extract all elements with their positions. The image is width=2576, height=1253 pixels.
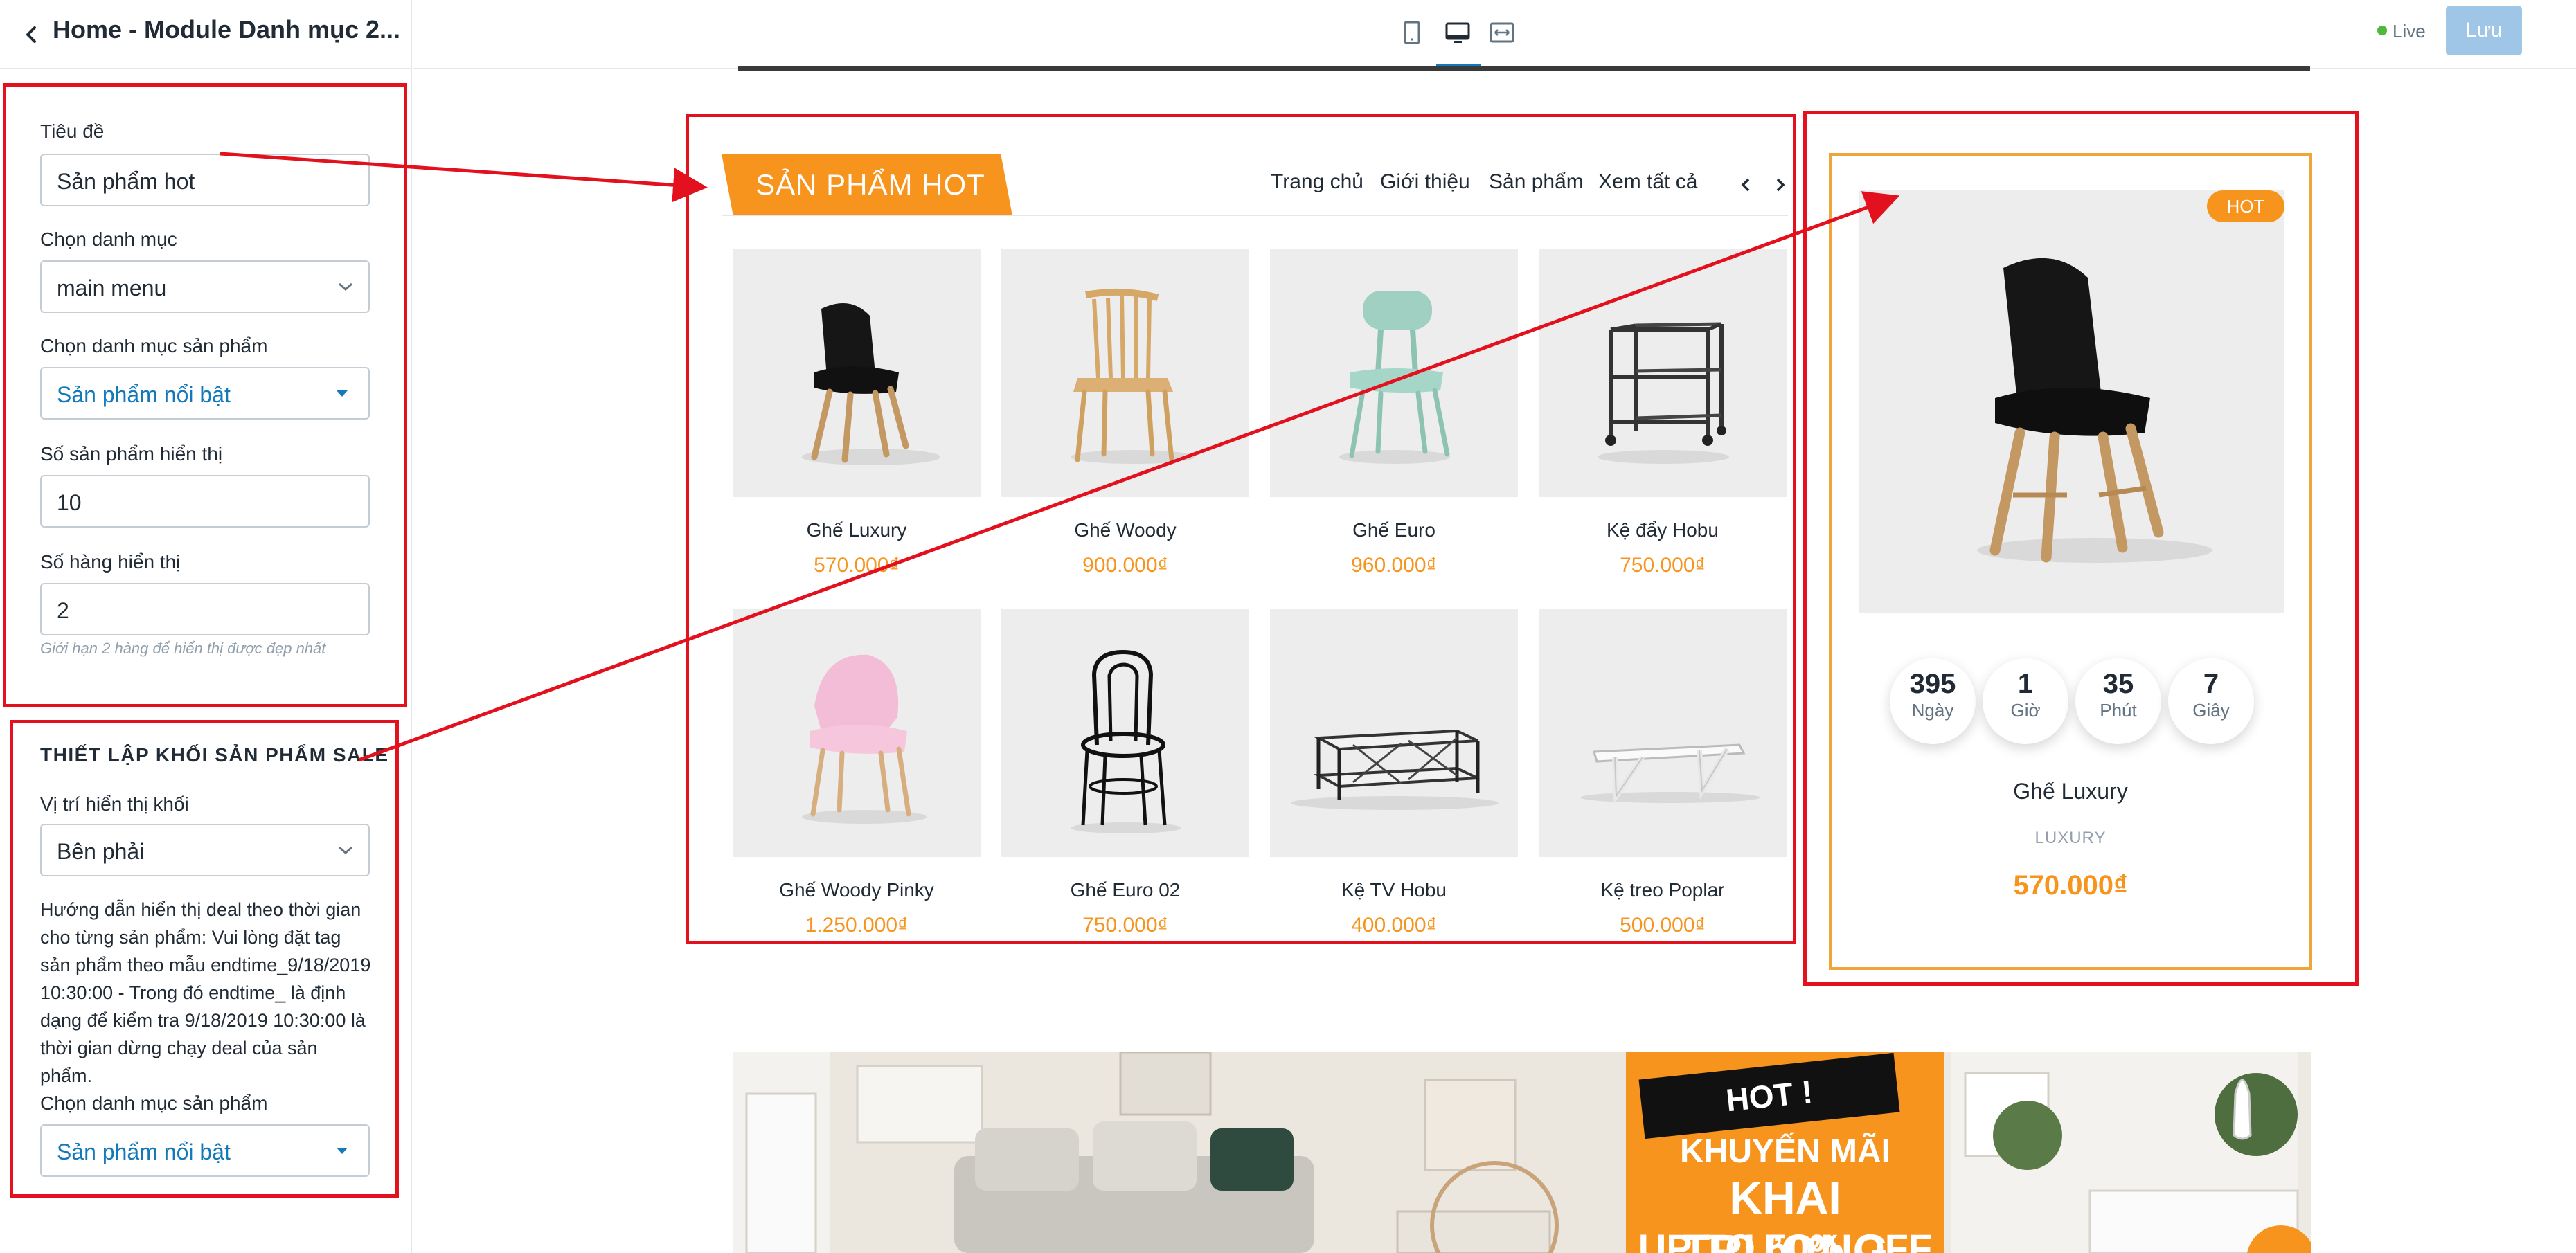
menu-select-value: main menu	[57, 276, 167, 300]
annotation-box-deal	[1803, 111, 2359, 986]
product-count-input[interactable]: 10	[40, 475, 370, 528]
menu-label: Chọn danh mục	[40, 228, 177, 250]
tablet-icon[interactable]	[1397, 18, 1427, 48]
row-count-hint: Giới hạn 2 hàng để hiển thị được đẹp nhấ…	[40, 640, 326, 657]
sidebar-header: Home - Module Danh mục 2...	[0, 0, 412, 69]
sale-category-select[interactable]: Sản phẩm nổi bật	[40, 1124, 370, 1177]
page-title: Home - Module Danh mục 2...	[53, 15, 401, 44]
title-input[interactable]: Sản phẩm hot	[40, 154, 370, 206]
banner-background	[733, 1052, 2311, 1253]
product-category-value: Sản phẩm nổi bật	[57, 382, 231, 407]
caret-down-icon	[337, 1148, 348, 1154]
menu-select[interactable]: main menu	[40, 260, 370, 313]
product-count-label: Số sản phẩm hiển thị	[40, 443, 223, 465]
preview-top-strip	[738, 66, 2310, 71]
product-category-label: Chọn danh mục sản phẩm	[40, 335, 268, 357]
banner-line-3: UP TO 50% OFF	[1638, 1226, 1933, 1253]
sale-section-title: THIẾT LẬP KHỐI SẢN PHẨM SALE	[40, 744, 389, 766]
back-arrow-icon[interactable]	[17, 19, 47, 50]
live-status-dot	[2377, 26, 2387, 35]
settings-sidebar: Home - Module Danh mục 2... Tiêu đề Sản …	[0, 0, 412, 1253]
sale-category-value: Sản phẩm nổi bật	[57, 1139, 231, 1164]
row-count-label: Số hàng hiển thị	[40, 551, 181, 573]
fullwidth-icon[interactable]	[1487, 18, 1517, 48]
position-select[interactable]: Bên phải	[40, 824, 370, 876]
caret-down-icon	[337, 390, 348, 397]
save-button[interactable]: Lưu	[2446, 6, 2522, 55]
deal-guide-text: Hướng dẫn hiển thị deal theo thời gian c…	[40, 899, 371, 1086]
row-count-input[interactable]: 2	[40, 583, 370, 635]
live-status-label: Live	[2392, 21, 2426, 42]
title-input-value: Sản phẩm hot	[57, 169, 195, 194]
annotation-box-hot-products	[686, 114, 1796, 944]
sale-category-label: Chọn danh mục sản phẩm	[40, 1092, 268, 1114]
position-label: Vị trí hiển thị khối	[40, 793, 189, 815]
product-count-value: 10	[57, 490, 82, 515]
desktop-icon[interactable]	[1442, 18, 1473, 48]
product-category-select[interactable]: Sản phẩm nổi bật	[40, 367, 370, 420]
chevron-down-icon	[337, 280, 355, 294]
editor-topbar: Live Lưu	[413, 0, 2576, 69]
position-select-value: Bên phải	[57, 839, 145, 864]
promo-banner[interactable]: HOT ! KHUYẾN MÃI KHAI TRƯƠNG UP TO 50% O…	[733, 1052, 2311, 1253]
chevron-down-icon	[337, 843, 355, 857]
title-label: Tiêu đề	[40, 120, 105, 142]
banner-line-1: KHUYẾN MÃI	[1679, 1133, 1890, 1170]
row-count-value: 2	[57, 598, 69, 623]
